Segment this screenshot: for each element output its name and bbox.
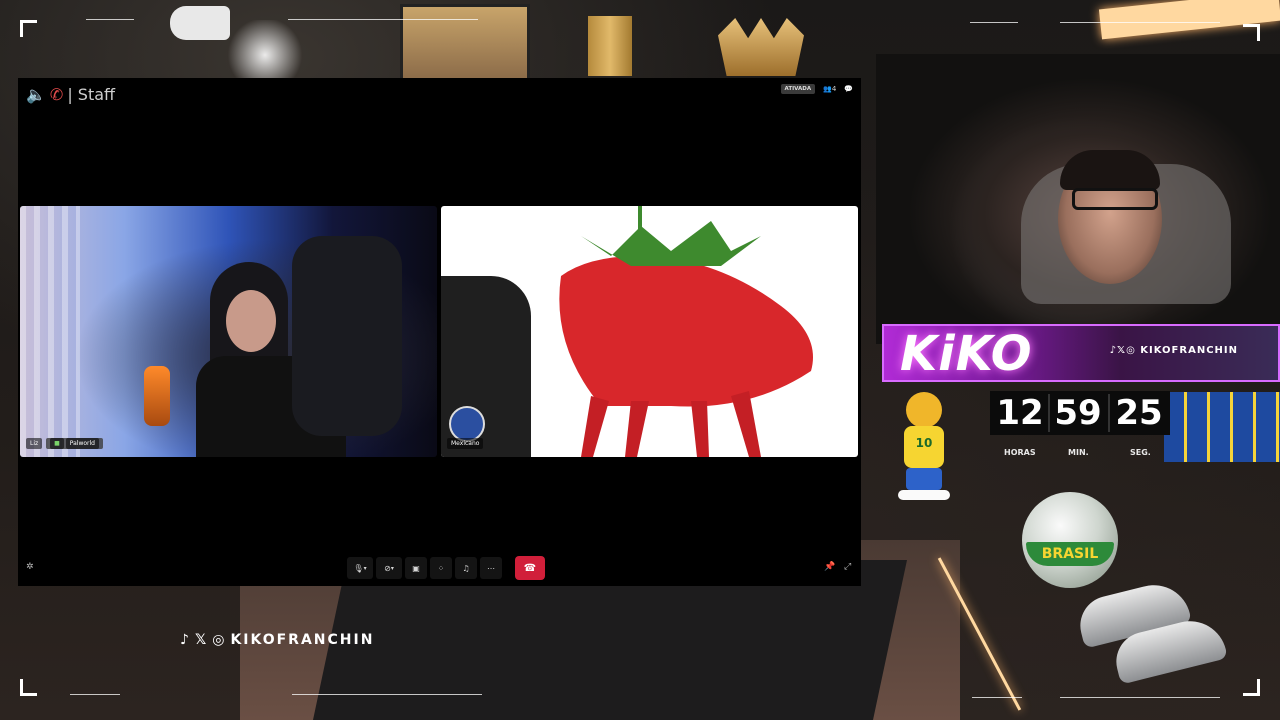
frame-corner-bottom-left <box>20 679 37 696</box>
background-picture-frame <box>400 4 530 84</box>
participant-name: Liz <box>26 438 43 449</box>
frame-line <box>970 22 1018 23</box>
chevron-down-icon: ▾ <box>390 564 394 572</box>
activities-icon: ⁘ <box>437 563 445 573</box>
fullscreen-icon[interactable]: ⤢ <box>844 562 851 572</box>
pin-icon[interactable]: 📌 <box>824 562 835 572</box>
frame-line <box>86 19 134 20</box>
canarinho-mascot: 10 <box>886 392 960 504</box>
screen-share-button[interactable]: ▣ <box>405 557 427 579</box>
participant-game: ■ Palworld <box>46 438 103 449</box>
people-icon: 👥 <box>823 85 832 93</box>
streamer-name: KiKO <box>900 326 1033 382</box>
mic-icon: 🎙 <box>353 563 364 573</box>
soundboard-icon: ♫ <box>462 563 470 573</box>
frame-corner-bottom-right <box>1243 679 1260 696</box>
participants-button[interactable]: 👥4 <box>823 85 836 93</box>
curtain <box>20 206 80 457</box>
more-button[interactable]: ⋯ <box>480 557 502 579</box>
soccer-ball <box>1022 492 1118 588</box>
stream-overlay: 🔈 ✆ | Staff ATIVADA 👥4 💬 Liz ■ Palworld <box>0 0 1280 720</box>
screen-share-icon: ▣ <box>412 563 420 573</box>
background-gold-box <box>588 16 632 76</box>
speaker-icon[interactable]: 🔈 <box>26 85 46 104</box>
person-face <box>226 290 276 352</box>
video-tile-mexicano[interactable]: Mexicano <box>441 206 858 457</box>
gaming-chair <box>292 236 402 436</box>
timer-separator <box>1108 394 1110 432</box>
mascot-head <box>906 392 942 428</box>
background-crown-logo <box>718 18 804 76</box>
camera-off-icon: ⊘ <box>384 563 391 573</box>
bottom-social-handle: ♪ 𝕏 ◎ KIKOFRANCHIN <box>180 632 374 648</box>
background-jersey <box>1164 392 1280 462</box>
participant-tag: Mexicano <box>447 438 484 449</box>
call-header: 🔈 ✆ | Staff <box>26 85 115 104</box>
hang-up-icon: ☎ <box>523 562 537 574</box>
mascot-shorts <box>906 468 942 490</box>
banner-social: ♪𝕏◎ KIKOFRANCHIN <box>1110 345 1238 356</box>
frame-line <box>292 694 482 695</box>
instagram-icon: ◎ <box>1126 345 1136 356</box>
background-lamp <box>170 6 230 40</box>
tiktok-icon: ♪ <box>1109 345 1117 356</box>
frame-line <box>288 19 478 20</box>
mascot-number: 10 <box>915 436 933 450</box>
webcam-glasses <box>1072 188 1158 210</box>
camera-button[interactable]: ⊘ ▾ <box>376 557 402 579</box>
frame-line <box>70 694 120 695</box>
chevron-down-icon: ▾ <box>363 564 367 572</box>
frame-corner-top-left <box>20 20 37 37</box>
timer-seconds-label: SEG. <box>1130 448 1151 457</box>
streamer-webcam <box>876 54 1280 344</box>
timer-minutes-label: MIN. <box>1068 448 1089 457</box>
participant-name: Mexicano <box>447 438 484 449</box>
phone-icon: ✆ <box>49 85 64 104</box>
activity-icon[interactable]: ✲ <box>26 562 34 572</box>
social-handle: KIKOFRANCHIN <box>230 632 375 648</box>
frame-line <box>1060 22 1220 23</box>
mic-button[interactable]: 🎙 ▾ <box>347 557 373 579</box>
x-icon: 𝕏 <box>1117 345 1127 356</box>
more-icon: ⋯ <box>487 563 495 573</box>
instagram-icon: ◎ <box>212 632 227 648</box>
strawberry-horse-image <box>559 206 813 457</box>
call-channel-name: | Staff <box>67 85 116 104</box>
call-header-actions: ATIVADA 👥4 💬 <box>780 84 853 94</box>
tiktok-icon: ♪ <box>180 632 191 648</box>
activities-button[interactable]: ⁘ <box>430 557 452 579</box>
mascot-body: 10 <box>904 426 944 468</box>
participant-tag: Liz ■ Palworld <box>26 438 103 449</box>
mascot-shoes <box>898 490 950 500</box>
frame-line <box>972 697 1022 698</box>
voice-call-window: 🔈 ✆ | Staff ATIVADA 👥4 💬 Liz ■ Palworld <box>18 78 861 586</box>
frame-corner-top-right <box>1243 24 1260 41</box>
participant-count: 4 <box>831 85 837 93</box>
timer-seconds: 25 <box>1115 393 1163 433</box>
frame-line <box>1060 697 1220 698</box>
team-badge-icon <box>449 406 485 442</box>
soundboard-button[interactable]: ♫ <box>455 557 477 579</box>
video-tile-liz[interactable]: Liz ■ Palworld <box>20 206 437 457</box>
timer-separator <box>1048 394 1050 432</box>
microphone <box>144 366 170 426</box>
hang-up-button[interactable]: ☎ <box>515 556 545 580</box>
social-handle: KIKOFRANCHIN <box>1140 345 1238 356</box>
soccer-ball-label: BRASIL <box>1026 542 1114 566</box>
x-icon: 𝕏 <box>194 632 209 648</box>
call-controls: 🎙 ▾ ⊘ ▾ ▣ ⁘ ♫ ⋯ ☎ <box>347 556 545 580</box>
game-icon: ■ <box>50 438 64 449</box>
timer-hours-label: HORAS <box>1004 448 1036 457</box>
timer-minutes: 59 <box>1054 393 1102 433</box>
webcam-hair <box>1060 150 1160 190</box>
call-status-badge: ATIVADA <box>780 84 816 94</box>
streamer-name-banner: KiKO ♪𝕏◎ KIKOFRANCHIN <box>882 324 1280 382</box>
timer-hours: 12 <box>996 393 1044 433</box>
chat-icon[interactable]: 💬 <box>844 85 853 93</box>
